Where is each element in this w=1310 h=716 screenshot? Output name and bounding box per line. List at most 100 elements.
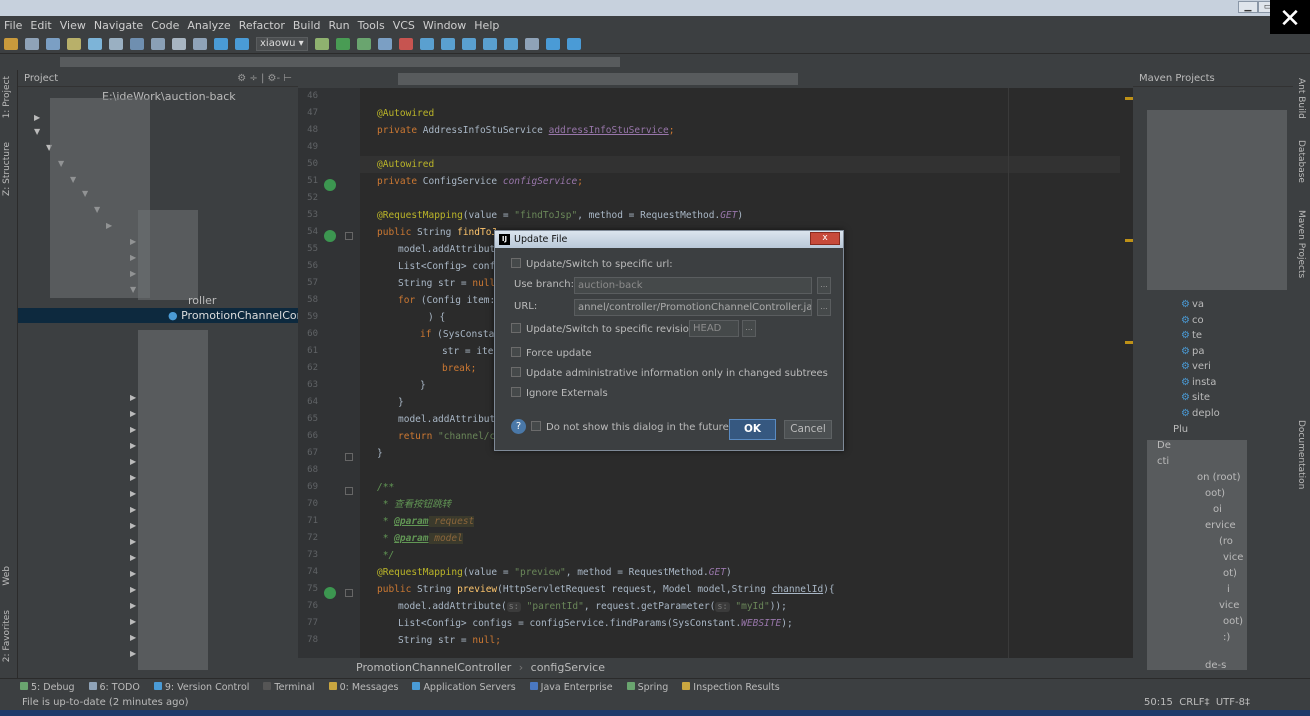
checkbox-box[interactable]	[511, 323, 521, 333]
minimize-button[interactable]: ▁	[1238, 1, 1258, 13]
expand-arrow-icon[interactable]: ▶	[130, 454, 136, 469]
cut-icon[interactable]	[109, 37, 123, 50]
warning-marker[interactable]	[1125, 239, 1133, 242]
maven-tree-item[interactable]: ⚙ site	[1181, 392, 1210, 403]
forward-icon[interactable]	[235, 37, 249, 50]
menu-view[interactable]: View	[60, 19, 86, 32]
settings-icon[interactable]	[524, 37, 539, 50]
tab-ant-build[interactable]: Ant Build	[1296, 78, 1306, 119]
switch-url-checkbox[interactable]: Update/Switch to specific url:	[511, 258, 673, 270]
bean-marker-icon[interactable]	[324, 587, 336, 599]
tab-documentation[interactable]: Documentation	[1296, 420, 1306, 489]
maven-tree-item[interactable]: ot)	[1223, 568, 1237, 579]
stop-icon[interactable]	[398, 37, 413, 50]
warning-marker[interactable]	[1125, 97, 1133, 100]
admin-info-checkbox[interactable]: Update administrative information only i…	[511, 367, 828, 379]
menu-edit[interactable]: Edit	[30, 19, 51, 32]
maven-tree-item[interactable]: :)	[1223, 632, 1230, 643]
fold-icon[interactable]	[345, 232, 353, 240]
tool-window-0-messages[interactable]: 0: Messages	[328, 681, 398, 693]
vcs-update-icon[interactable]	[419, 37, 434, 50]
help-icon[interactable]: ?	[511, 419, 526, 434]
expand-arrow-icon[interactable]: ▶	[130, 406, 136, 421]
tool-window-terminal[interactable]: Terminal	[263, 681, 315, 693]
menu-refactor[interactable]: Refactor	[239, 19, 285, 32]
switch-revision-checkbox[interactable]: Update/Switch to specific revision:	[511, 323, 699, 335]
tab-maven-projects[interactable]: Maven Projects	[1296, 210, 1306, 278]
ignore-externals-checkbox[interactable]: Ignore Externals	[511, 387, 608, 399]
url-field[interactable]: annel/controller/PromotionChannelControl…	[574, 299, 812, 316]
back-icon[interactable]	[214, 37, 228, 50]
cancel-button[interactable]: Cancel	[784, 420, 832, 439]
editor-error-stripe[interactable]	[1120, 88, 1133, 658]
force-update-checkbox[interactable]: Force update	[511, 347, 591, 359]
breadcrumb-class[interactable]: PromotionChannelController	[356, 661, 511, 674]
menu-code[interactable]: Code	[151, 19, 179, 32]
undo-icon[interactable]	[67, 37, 81, 50]
menu-window[interactable]: Window	[423, 19, 466, 32]
maven-tree-item[interactable]: ⚙ te	[1181, 330, 1202, 341]
maven-tree-item[interactable]: oot)	[1223, 616, 1243, 627]
tree-item-controller-folder[interactable]: roller	[188, 293, 216, 308]
expand-arrow-icon[interactable]: ▶	[130, 470, 136, 485]
project-panel-title[interactable]: Project	[24, 73, 58, 84]
expand-arrow-icon[interactable]: ▶	[130, 534, 136, 549]
tool-window-java-enterprise[interactable]: Java Enterprise	[529, 681, 613, 693]
file-encoding[interactable]: UTF-8‡	[1216, 697, 1250, 708]
breadcrumb-member[interactable]: configService	[531, 661, 605, 674]
checkbox-box[interactable]	[511, 387, 521, 397]
coverage-icon[interactable]	[377, 37, 392, 50]
expand-arrow-icon[interactable]: ▶	[130, 630, 136, 645]
maven-tree-item[interactable]: ⚙ veri	[1181, 361, 1211, 372]
replace-icon[interactable]	[193, 37, 207, 50]
maven-panel-title[interactable]: Maven Projects	[1139, 73, 1215, 84]
caret-position[interactable]: 50:15	[1144, 697, 1173, 708]
maven-tree-item[interactable]: cti	[1157, 456, 1169, 467]
run-config-select[interactable]: xiaowu ▾	[256, 36, 308, 51]
maven-tree-item[interactable]: ⚙ co	[1181, 315, 1204, 326]
panel-tools-icon[interactable]: ⚙ ÷ | ⚙- ⊢	[237, 73, 292, 84]
menu-run[interactable]: Run	[329, 19, 350, 32]
maven-tree-item[interactable]: ⚙ va	[1181, 299, 1204, 310]
maven-tree-item[interactable]: vice	[1219, 600, 1239, 611]
menu-navigate[interactable]: Navigate	[94, 19, 143, 32]
maven-tree-item[interactable]: ⚙ deplo	[1181, 408, 1220, 419]
tree-item-promotion-channel-controller[interactable]: ● PromotionChannelContro	[168, 308, 319, 323]
vcs-commit-icon[interactable]	[440, 37, 455, 50]
branch-browse-button[interactable]: ...	[817, 277, 831, 294]
vcs-revert-icon[interactable]	[503, 37, 518, 50]
tool-window-inspection-results[interactable]: Inspection Results	[682, 681, 780, 693]
maven-tree-item[interactable]: (ro	[1219, 536, 1233, 547]
expand-arrow-icon[interactable]: ▶	[130, 390, 136, 405]
expand-arrow-icon[interactable]: ▶	[130, 518, 136, 533]
maven-tree-item[interactable]: De	[1157, 440, 1171, 451]
do-not-show-checkbox[interactable]: Do not show this dialog in the future	[531, 421, 729, 433]
tab-web[interactable]: Web	[2, 566, 12, 586]
tool-window-spring[interactable]: Spring	[626, 681, 668, 693]
menu-file[interactable]: File	[4, 19, 22, 32]
tool-window-5-debug[interactable]: 5: Debug	[20, 681, 75, 693]
debug-icon[interactable]	[356, 37, 371, 50]
ok-button[interactable]: OK	[729, 419, 776, 440]
maven-tree-item[interactable]: on (root)	[1197, 472, 1241, 483]
redo-icon[interactable]	[88, 37, 102, 50]
find-icon[interactable]	[172, 37, 186, 50]
maven-tree-item[interactable]: de-s	[1205, 660, 1226, 671]
tab-favorites[interactable]: 2: Favorites	[2, 610, 12, 662]
expand-arrow-icon[interactable]: ▶	[130, 566, 136, 581]
fold-icon[interactable]	[345, 487, 353, 495]
open-icon[interactable]	[4, 37, 18, 50]
expand-arrow-icon[interactable]: ▶	[130, 598, 136, 613]
sync-icon[interactable]	[46, 37, 60, 50]
menu-help[interactable]: Help	[474, 19, 499, 32]
revision-field[interactable]: HEAD	[689, 320, 739, 337]
maven-tree-item[interactable]: oot)	[1205, 488, 1225, 499]
maven-tree-item[interactable]: i	[1227, 584, 1230, 595]
tool-window-9-version-control[interactable]: 9: Version Control	[153, 681, 249, 693]
run-icon[interactable]	[335, 37, 350, 50]
maven-tree-item[interactable]: ervice	[1205, 520, 1236, 531]
expand-arrow-icon[interactable]: ▶	[130, 438, 136, 453]
menu-tools[interactable]: Tools	[358, 19, 385, 32]
expand-arrow-icon[interactable]: ▶	[34, 110, 40, 125]
expand-arrow-icon[interactable]: ▶	[130, 550, 136, 565]
